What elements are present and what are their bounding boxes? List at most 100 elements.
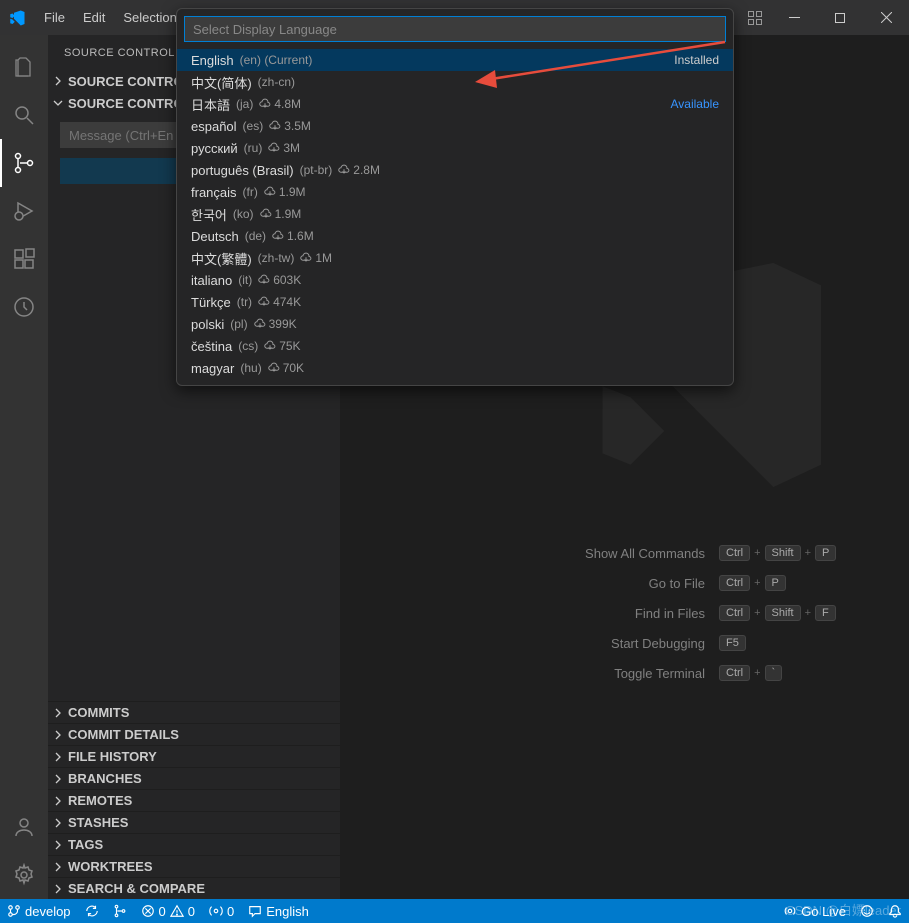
- quickpick-item[interactable]: français(fr) 1.9M: [177, 181, 733, 203]
- chevron-down-icon: [52, 97, 64, 109]
- section-label: TAGS: [68, 837, 103, 852]
- key-p: P: [815, 545, 836, 561]
- status-go-live-label: Go Live: [801, 904, 846, 919]
- quickpick-item[interactable]: Türkçe(tr) 474K: [177, 291, 733, 313]
- quickpick-item[interactable]: 中文(繁體)(zh-tw) 1M: [177, 247, 733, 269]
- bell-icon: [888, 904, 902, 918]
- quickpick-item[interactable]: русский (ru) 3M: [177, 137, 733, 159]
- minimize-button[interactable]: [771, 0, 817, 35]
- quickpick-item-downloads: 1.6M: [272, 229, 314, 243]
- section-label: COMMITS: [68, 705, 129, 720]
- window-controls: [771, 0, 909, 35]
- shortcut-label: Show All Commands: [585, 546, 705, 561]
- menu-file[interactable]: File: [36, 6, 73, 29]
- quickpick-item-code: (es): [243, 119, 264, 133]
- branch-icon: [7, 904, 21, 918]
- key-ctrl: Ctrl: [719, 665, 750, 681]
- quickpick-item[interactable]: italiano(it) 603K: [177, 269, 733, 291]
- shortcut-show-all-commands: Show All Commands Ctrl+Shift+P: [585, 545, 869, 561]
- key-ctrl: Ctrl: [719, 575, 750, 591]
- quickpick-item-downloads: 75K: [264, 339, 300, 353]
- quickpick-tag-installed: Installed: [674, 53, 719, 67]
- git-graph-icon: [113, 904, 127, 918]
- status-language-mode[interactable]: English: [241, 899, 316, 923]
- chevron-right-icon: [52, 817, 64, 829]
- vscode-icon: [8, 9, 26, 27]
- quickpick-item-downloads: 4.8M: [259, 97, 301, 111]
- activity-search[interactable]: [0, 91, 48, 139]
- status-problems[interactable]: 0 0: [134, 899, 202, 923]
- shortcut-toggle-terminal: Toggle Terminal Ctrl+`: [614, 665, 869, 681]
- quickpick-input[interactable]: [184, 16, 726, 42]
- quickpick-item[interactable]: magyar(hu) 70K: [177, 357, 733, 379]
- status-ports[interactable]: 0: [202, 899, 241, 923]
- key-ctrl: Ctrl: [719, 605, 750, 621]
- status-go-live[interactable]: Go Live: [776, 899, 853, 923]
- welcome-shortcuts: Show All Commands Ctrl+Shift+P Go to Fil…: [340, 545, 869, 681]
- activity-settings[interactable]: [0, 851, 48, 899]
- section-file-history[interactable]: FILE HISTORY: [48, 745, 340, 767]
- key-f: F: [815, 605, 836, 621]
- shortcut-find-in-files: Find in Files Ctrl+Shift+F: [635, 605, 869, 621]
- section-stashes[interactable]: STASHES: [48, 811, 340, 833]
- section-worktrees[interactable]: WORKTREES: [48, 855, 340, 877]
- quickpick-item-code: (fr): [243, 185, 258, 199]
- section-label: REMOTES: [68, 793, 132, 808]
- key-shift: Shift: [765, 545, 801, 561]
- quickpick-item[interactable]: português (Brasil)(pt-br) 2.8M: [177, 159, 733, 181]
- quickpick-item[interactable]: 中文(简体)(zh-cn): [177, 71, 733, 93]
- feedback-icon: [860, 904, 874, 918]
- section-remotes[interactable]: REMOTES: [48, 789, 340, 811]
- quickpick-item-code: (pt-br): [300, 163, 333, 177]
- activity-extensions[interactable]: [0, 235, 48, 283]
- gitlens-sections: COMMITS COMMIT DETAILS FILE HISTORY BRAN…: [48, 701, 340, 899]
- close-button[interactable]: [863, 0, 909, 35]
- section-commit-details[interactable]: COMMIT DETAILS: [48, 723, 340, 745]
- activity-source-control[interactable]: [0, 139, 48, 187]
- quickpick-item[interactable]: polski(pl) 399K: [177, 313, 733, 335]
- layout-customize-icon[interactable]: [747, 10, 763, 26]
- quickpick-item-downloads: 1M: [300, 251, 332, 265]
- quickpick-item-name: magyar: [191, 361, 234, 376]
- quickpick-item[interactable]: 한국어(ko) 1.9M: [177, 203, 733, 225]
- quickpick-item-code: (pl): [230, 317, 247, 331]
- menu-edit[interactable]: Edit: [75, 6, 113, 29]
- activity-accounts[interactable]: [0, 803, 48, 851]
- maximize-button[interactable]: [817, 0, 863, 35]
- status-feedback[interactable]: [853, 899, 881, 923]
- activity-run-debug[interactable]: [0, 187, 48, 235]
- section-commits[interactable]: COMMITS: [48, 701, 340, 723]
- quickpick-item-downloads: 1.9M: [260, 207, 302, 221]
- quickpick-item-name: polski: [191, 317, 224, 332]
- status-ports-count: 0: [227, 904, 234, 919]
- shortcut-label: Toggle Terminal: [614, 666, 705, 681]
- status-error-count: 0: [159, 904, 166, 919]
- quickpick-list: English(en) (Current)Installed中文(简体)(zh-…: [177, 49, 733, 385]
- quickpick-item-code: (ru): [244, 141, 263, 155]
- quickpick-item[interactable]: 日本語(ja) 4.8MAvailable: [177, 93, 733, 115]
- status-sync[interactable]: [78, 899, 106, 923]
- activitybar: [0, 35, 48, 899]
- status-graph[interactable]: [106, 899, 134, 923]
- key-f5: F5: [719, 635, 746, 651]
- quickpick-item-name: русский: [191, 141, 238, 156]
- key-backtick: `: [765, 665, 783, 681]
- quickpick-item[interactable]: Deutsch(de) 1.6M: [177, 225, 733, 247]
- section-label: SEARCH & COMPARE: [68, 881, 205, 896]
- quickpick-item-code: (tr): [237, 295, 252, 309]
- status-notifications[interactable]: [881, 899, 909, 923]
- menu-selection[interactable]: Selection: [115, 6, 184, 29]
- section-search-compare[interactable]: SEARCH & COMPARE: [48, 877, 340, 899]
- activity-explorer[interactable]: [0, 43, 48, 91]
- section-tags[interactable]: TAGS: [48, 833, 340, 855]
- quickpick-item[interactable]: español(es) 3.5M: [177, 115, 733, 137]
- chevron-right-icon: [52, 839, 64, 851]
- activity-gitlens[interactable]: [0, 283, 48, 331]
- section-branches[interactable]: BRANCHES: [48, 767, 340, 789]
- status-branch[interactable]: develop: [0, 899, 78, 923]
- shortcut-label: Find in Files: [635, 606, 705, 621]
- quickpick: English(en) (Current)Installed中文(简体)(zh-…: [176, 8, 734, 386]
- quickpick-item-downloads: 3M: [268, 141, 300, 155]
- quickpick-item[interactable]: English(en) (Current)Installed: [177, 49, 733, 71]
- quickpick-item[interactable]: čeština(cs) 75K: [177, 335, 733, 357]
